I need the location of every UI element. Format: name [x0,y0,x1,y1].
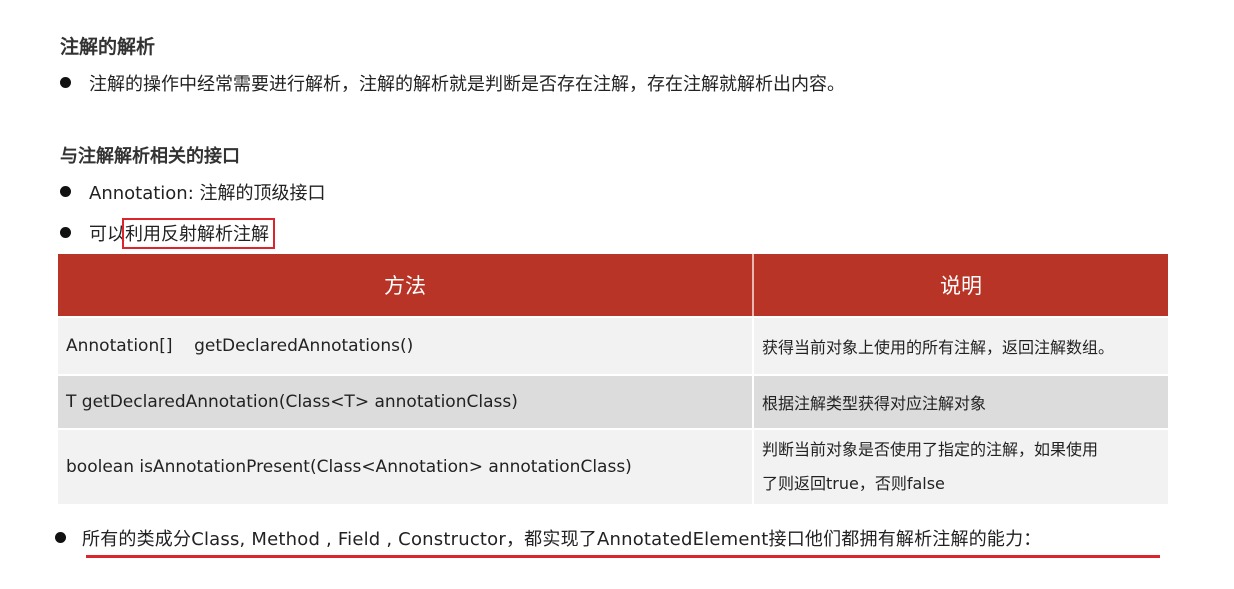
method-cell: T getDeclaredAnnotation(Class<T> annotat… [58,376,754,428]
table-row: T getDeclaredAnnotation(Class<T> annotat… [58,376,1168,428]
bullet-parse-description: 注解的操作中经常需要进行解析，注解的解析就是判断是否存在注解，存在注解就解析出内… [60,70,845,96]
header-method: 方法 [58,254,754,316]
header-description: 说明 [753,254,1168,316]
description-cell: 判断当前对象是否使用了指定的注解，如果使用 了则返回true，否则false [753,430,1168,504]
bullet-annotation-interface: Annotation: 注解的顶级接口 [60,179,326,205]
red-underline [86,555,1160,558]
bullet-dot-icon [60,227,71,238]
bullet-text-prefix: 可以 [89,224,125,245]
table-header-row: 方法 说明 [58,254,1168,316]
bullet-reflection: 可以利用反射解析注解 [60,218,275,249]
bullet-text: Annotation: 注解的顶级接口 [89,183,326,204]
bullet-text: 注解的操作中经常需要进行解析，注解的解析就是判断是否存在注解，存在注解就解析出内… [89,74,845,95]
bullet-annotated-element: 所有的类成分Class, Method , Field , Constructo… [55,525,1042,551]
bullet-dot-icon [60,77,71,88]
table-row: boolean isAnnotationPresent(Class<Annota… [58,430,1168,504]
description-cell: 获得当前对象上使用的所有注解，返回注解数组。 [753,318,1168,374]
methods-table: 方法 说明 Annotation[] getDeclaredAnnotation… [58,254,1169,504]
method-cell: boolean isAnnotationPresent(Class<Annota… [58,430,754,504]
bullet-dot-icon [60,186,71,197]
section-title: 注解的解析 [60,36,156,58]
bullet-text: 所有的类成分Class, Method , Field , Constructo… [82,529,1042,550]
table-row: Annotation[] getDeclaredAnnotations() 获得… [58,318,1168,374]
description-line: 了则返回true，否则false [762,474,945,493]
description-line: 判断当前对象是否使用了指定的注解，如果使用 [762,440,1099,459]
description-cell: 根据注解类型获得对应注解对象 [753,376,1168,428]
highlight-box: 利用反射解析注解 [122,218,275,249]
method-cell: Annotation[] getDeclaredAnnotations() [58,318,754,374]
subsection-title: 与注解解析相关的接口 [60,146,240,167]
bullet-dot-icon [55,532,66,543]
